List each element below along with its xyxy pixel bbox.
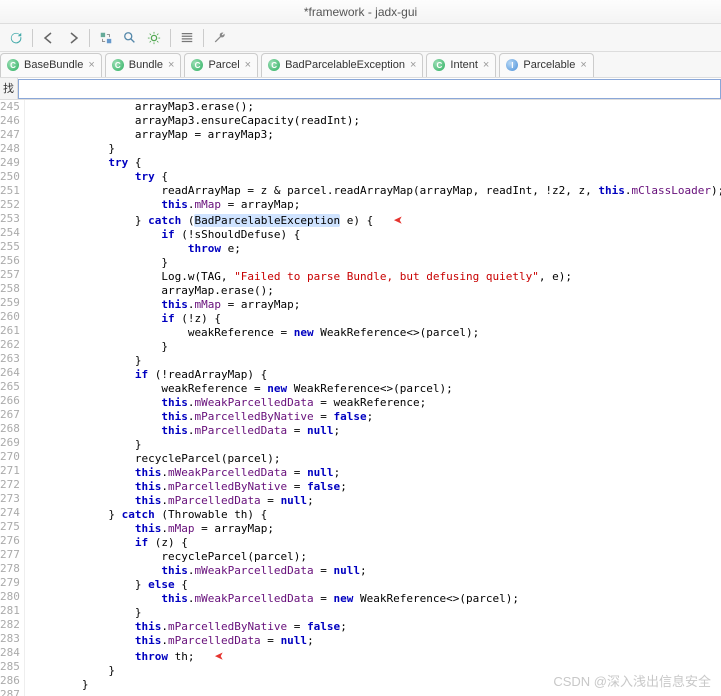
toolbar-separator bbox=[32, 29, 33, 47]
code-line[interactable]: weakReference = new WeakReference<>(parc… bbox=[29, 326, 721, 340]
code-line[interactable]: weakReference = new WeakReference<>(parc… bbox=[29, 382, 721, 396]
code-line[interactable]: Log.w(TAG, "Failed to parse Bundle, but … bbox=[29, 270, 721, 284]
code-line[interactable]: this.mWeakParcelledData = weakReference; bbox=[29, 396, 721, 410]
close-icon[interactable]: × bbox=[168, 59, 174, 71]
tab-bundle[interactable]: Bundle × bbox=[105, 53, 182, 77]
code-line[interactable]: } bbox=[29, 678, 721, 692]
tab-label: Parcelable bbox=[523, 59, 575, 71]
interface-icon bbox=[506, 59, 518, 71]
code-line[interactable]: readArrayMap = z & parcel.readArrayMap(a… bbox=[29, 184, 721, 198]
list-icon[interactable] bbox=[177, 28, 197, 48]
tab-basebundle[interactable]: BaseBundle × bbox=[0, 53, 102, 77]
code-editor[interactable]: 2452462472482492502512522532542552562572… bbox=[0, 100, 721, 696]
close-icon[interactable]: × bbox=[88, 59, 94, 71]
code-line[interactable]: this.mParcelledData = null; bbox=[29, 424, 721, 438]
tab-label: Intent bbox=[450, 59, 478, 71]
code-line[interactable]: } bbox=[29, 340, 721, 354]
code-line[interactable]: throw e; bbox=[29, 242, 721, 256]
code-line[interactable]: this.mMap = arrayMap; bbox=[29, 298, 721, 312]
code-line[interactable]: this.mParcelledData = null; bbox=[29, 494, 721, 508]
tab-badparcelableexception[interactable]: BadParcelableException × bbox=[261, 53, 423, 77]
code-line[interactable]: } bbox=[29, 438, 721, 452]
code-line[interactable]: } bbox=[29, 606, 721, 620]
code-line[interactable]: } bbox=[29, 354, 721, 368]
forward-icon[interactable] bbox=[63, 28, 83, 48]
code-line[interactable]: if (!sShouldDefuse) { bbox=[29, 228, 721, 242]
code-line[interactable]: if (!z) { bbox=[29, 312, 721, 326]
main-toolbar bbox=[0, 24, 721, 52]
code-line[interactable]: recycleParcel(parcel); bbox=[29, 452, 721, 466]
class-icon bbox=[268, 59, 280, 71]
tab-label: Bundle bbox=[129, 59, 163, 71]
close-icon[interactable]: × bbox=[245, 59, 251, 71]
toolbar-separator bbox=[170, 29, 171, 47]
line-gutter: 2452462472482492502512522532542552562572… bbox=[0, 100, 25, 696]
annotation-arrow-icon: ➤ bbox=[393, 214, 403, 228]
class-icon bbox=[7, 59, 19, 71]
window-titlebar: *framework - jadx-gui bbox=[0, 0, 721, 24]
tab-label: Parcel bbox=[208, 59, 239, 71]
tab-label: BadParcelableException bbox=[285, 59, 405, 71]
code-line[interactable]: this.mMap = arrayMap; bbox=[29, 198, 721, 212]
tab-parcelable[interactable]: Parcelable × bbox=[499, 53, 593, 77]
code-area[interactable]: arrayMap3.erase(); arrayMap3.ensureCapac… bbox=[25, 100, 721, 696]
tab-label: BaseBundle bbox=[24, 59, 83, 71]
code-line[interactable]: this.mMap = arrayMap; bbox=[29, 522, 721, 536]
code-line[interactable]: arrayMap = arrayMap3; bbox=[29, 128, 721, 142]
toolbar-separator bbox=[203, 29, 204, 47]
close-icon[interactable]: × bbox=[483, 59, 489, 71]
class-icon bbox=[433, 59, 445, 71]
code-line[interactable]: this.mWeakParcelledData = null; bbox=[29, 466, 721, 480]
code-line[interactable]: this.mParcelledData = null; bbox=[29, 634, 721, 648]
wrench-icon[interactable] bbox=[210, 28, 230, 48]
code-line[interactable]: this.mWeakParcelledData = new WeakRefere… bbox=[29, 592, 721, 606]
class-icon bbox=[191, 59, 203, 71]
tab-parcel[interactable]: Parcel × bbox=[184, 53, 258, 77]
code-line[interactable]: this.mWeakParcelledData = null; bbox=[29, 564, 721, 578]
close-icon[interactable]: × bbox=[580, 59, 586, 71]
find-label: 找 bbox=[0, 78, 18, 99]
code-line[interactable]: arrayMap3.ensureCapacity(readInt); bbox=[29, 114, 721, 128]
code-line[interactable]: } bbox=[29, 256, 721, 270]
find-bar: 找 bbox=[0, 78, 721, 100]
code-line[interactable]: } catch (BadParcelableException e) { ➤ bbox=[29, 212, 721, 228]
back-icon[interactable] bbox=[39, 28, 59, 48]
code-line[interactable]: throw th; ➤ bbox=[29, 648, 721, 664]
find-input[interactable] bbox=[18, 79, 721, 99]
close-icon[interactable]: × bbox=[410, 59, 416, 71]
code-line[interactable]: this.mParcelledByNative = false; bbox=[29, 410, 721, 424]
gear-icon[interactable] bbox=[144, 28, 164, 48]
window-title: *framework - jadx-gui bbox=[304, 5, 417, 19]
tab-intent[interactable]: Intent × bbox=[426, 53, 496, 77]
code-line[interactable]: try { bbox=[29, 156, 721, 170]
code-line[interactable]: arrayMap.erase(); bbox=[29, 284, 721, 298]
code-line[interactable]: try { bbox=[29, 170, 721, 184]
code-line[interactable]: } else { bbox=[29, 578, 721, 592]
code-line[interactable]: } bbox=[29, 664, 721, 678]
refresh-icon[interactable] bbox=[6, 28, 26, 48]
class-icon bbox=[112, 59, 124, 71]
code-line[interactable]: } bbox=[29, 142, 721, 156]
editor-tabs: BaseBundle×Bundle×Parcel×BadParcelableEx… bbox=[0, 52, 721, 78]
code-line[interactable]: if (!readArrayMap) { bbox=[29, 368, 721, 382]
code-line[interactable]: this.mParcelledByNative = false; bbox=[29, 480, 721, 494]
code-line[interactable]: if (z) { bbox=[29, 536, 721, 550]
annotation-arrow-icon: ➤ bbox=[214, 650, 224, 664]
sync-icon[interactable] bbox=[96, 28, 116, 48]
toolbar-separator bbox=[89, 29, 90, 47]
find-icon[interactable] bbox=[120, 28, 140, 48]
code-line[interactable]: recycleParcel(parcel); bbox=[29, 550, 721, 564]
code-line[interactable]: } catch (Throwable th) { bbox=[29, 508, 721, 522]
code-line[interactable]: this.mParcelledByNative = false; bbox=[29, 620, 721, 634]
